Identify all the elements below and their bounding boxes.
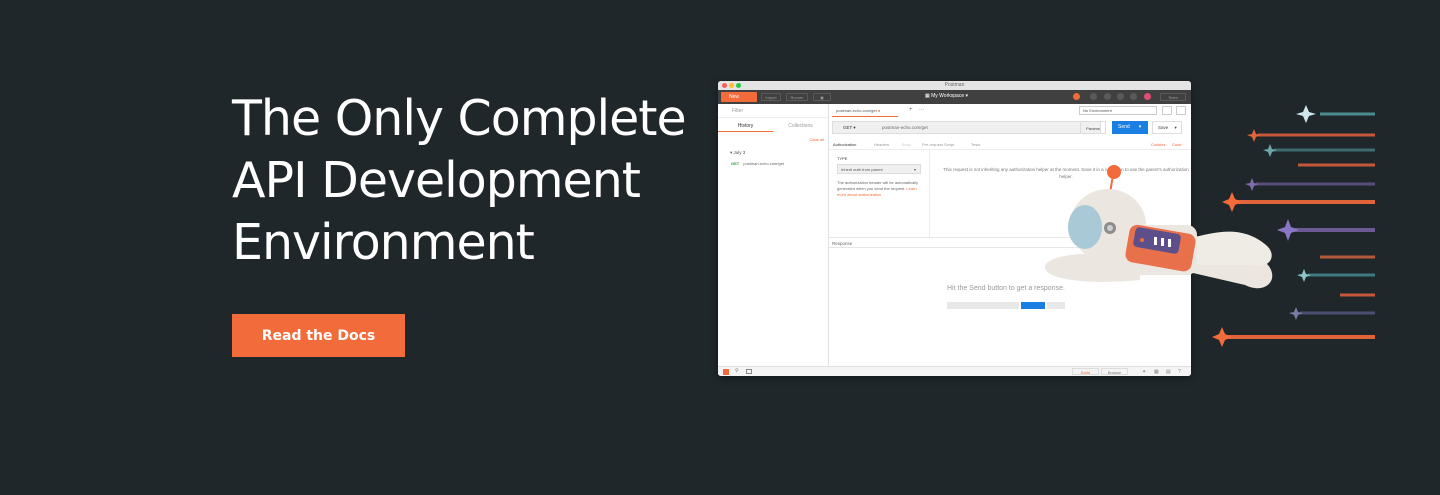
chevron-down-icon: ▾ <box>913 167 916 172</box>
more-tabs-icon[interactable]: ··· <box>919 107 924 113</box>
auth-settings: TYPE Inherit auth from parent ▾ The autho… <box>829 150 930 237</box>
request-tab[interactable]: postman-echo.com/get ● <box>832 104 898 117</box>
auth-type-value: Inherit auth from parent <box>841 167 883 172</box>
keyboard-icon[interactable]: ▤ <box>1166 369 1171 375</box>
search-icon[interactable]: ⚲ <box>735 368 739 374</box>
filter-input[interactable]: Filter <box>718 104 828 118</box>
url-input[interactable]: postman-echo.com/get <box>882 125 928 130</box>
read-the-docs-button[interactable]: Read the Docs <box>232 314 405 357</box>
help-icon[interactable]: ? <box>1178 369 1181 375</box>
date-group-label: July 3 <box>733 150 746 155</box>
new-button[interactable]: New <box>721 92 757 102</box>
build-toggle[interactable]: Build <box>1072 368 1099 375</box>
tab-history[interactable]: History <box>718 118 773 132</box>
history-item[interactable]: GET postman-echo.com/get <box>718 156 828 166</box>
tab-collections[interactable]: Collections <box>773 118 828 132</box>
sidebar: Filter History Collections Clear all ▾ J… <box>718 104 829 366</box>
placeholder-bar <box>947 302 1019 309</box>
astronaut <box>1045 165 1273 289</box>
hero-title-line-1: The Only Complete <box>232 90 687 147</box>
tab-body[interactable]: Body <box>902 142 911 147</box>
method-select[interactable]: GET ▾ <box>843 125 856 131</box>
tab-authorization[interactable]: Authorization <box>833 142 856 147</box>
speed-lines <box>1226 112 1375 339</box>
hero-title-line-3: Environment <box>232 214 535 271</box>
history-url: postman-echo.com/get <box>743 161 784 166</box>
auth-type-select[interactable]: Inherit auth from parent ▾ <box>837 164 921 174</box>
workspace-label: My Workspace <box>931 93 965 99</box>
history-date-group[interactable]: ▾ July 3 <box>718 142 828 156</box>
add-tab-icon[interactable]: + <box>909 107 913 113</box>
sparkle-icons <box>1212 105 1316 347</box>
hero-title: The Only Complete API Development Enviro… <box>232 88 702 274</box>
auth-type-label: TYPE <box>837 156 848 161</box>
method-label: GET <box>843 125 853 130</box>
sidebar-tabs: History Collections <box>718 118 828 132</box>
runner-button[interactable]: Runner <box>786 93 808 101</box>
request-tab-label: postman-echo.com/get <box>836 108 877 113</box>
bulb-icon[interactable]: ✦ <box>1142 369 1146 375</box>
workspace-selector[interactable]: ▦ My Workspace ▾ <box>925 93 968 99</box>
window-title: Postman <box>944 82 965 88</box>
history-method: GET <box>731 161 740 166</box>
window-titlebar: Postman <box>718 81 1191 90</box>
sidebar-toggle-icon[interactable] <box>723 369 729 375</box>
tab-pre-request-script[interactable]: Pre-request Script <box>922 142 954 147</box>
tab-tests[interactable]: Tests <box>971 142 980 147</box>
import-button[interactable]: Import <box>761 93 781 101</box>
console-icon[interactable] <box>746 369 752 374</box>
hero-title-line-2: API Development <box>232 152 641 209</box>
clear-all-link[interactable]: Clear all <box>718 132 828 142</box>
astronaut-illustration <box>1045 105 1375 347</box>
tab-headers[interactable]: Headers <box>874 142 889 147</box>
browse-toggle[interactable]: Browse <box>1101 368 1128 375</box>
auth-note: The authorization header will be automat… <box>829 174 929 198</box>
unsaved-dot-icon: ● <box>877 108 881 113</box>
layout-icon[interactable]: ▦ <box>1154 369 1159 375</box>
new-window-icon[interactable]: ▣ <box>813 93 831 101</box>
status-bar: ⚲ Build Browse ✦ ▦ ▤ ? <box>718 366 1191 376</box>
